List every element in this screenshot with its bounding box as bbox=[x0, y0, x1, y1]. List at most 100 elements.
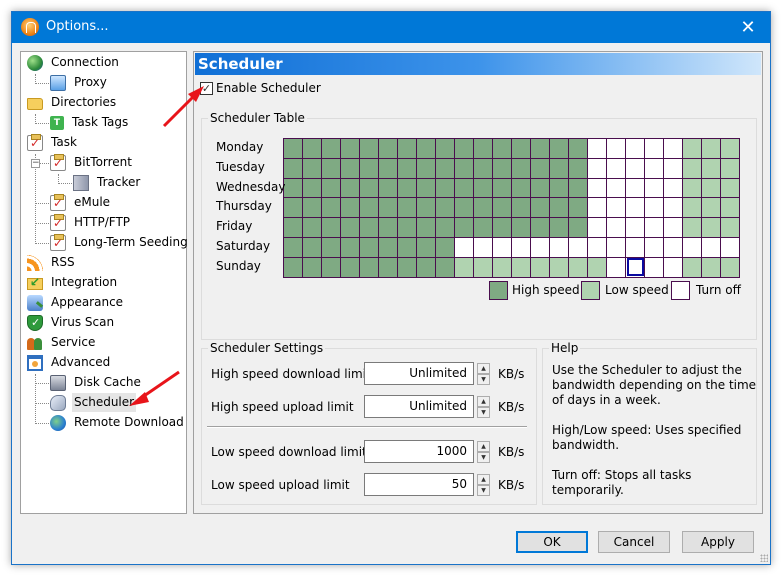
schedule-cell[interactable] bbox=[397, 138, 417, 159]
schedule-cell[interactable] bbox=[302, 157, 322, 179]
schedule-cell[interactable] bbox=[625, 256, 645, 278]
schedule-cell[interactable] bbox=[511, 217, 531, 238]
schedule-cell[interactable] bbox=[625, 197, 645, 219]
sidebar-item-scheduler[interactable]: Scheduler bbox=[50, 393, 137, 412]
schedule-cell[interactable] bbox=[530, 157, 550, 179]
enable-scheduler-checkbox[interactable]: ✓ bbox=[200, 82, 213, 95]
schedule-cell[interactable] bbox=[340, 157, 360, 179]
schedule-cell[interactable] bbox=[340, 197, 360, 219]
schedule-cell[interactable] bbox=[682, 157, 702, 179]
schedule-cell[interactable] bbox=[283, 138, 303, 159]
schedule-cell[interactable] bbox=[701, 256, 721, 278]
schedule-cell[interactable] bbox=[416, 177, 436, 199]
schedule-cell[interactable] bbox=[454, 217, 474, 238]
schedule-cell[interactable] bbox=[606, 138, 626, 159]
schedule-cell[interactable] bbox=[492, 177, 512, 199]
schedule-cell[interactable] bbox=[435, 256, 455, 278]
schedule-cell[interactable] bbox=[587, 236, 607, 258]
spin-up-icon[interactable]: ▲ bbox=[477, 363, 490, 374]
schedule-cell[interactable] bbox=[378, 177, 398, 199]
sidebar-item-appearance[interactable]: Appearance bbox=[27, 293, 125, 312]
schedule-cell[interactable] bbox=[663, 236, 683, 258]
schedule-cell[interactable] bbox=[587, 138, 607, 159]
schedule-cell[interactable] bbox=[321, 138, 341, 159]
schedule-cell[interactable] bbox=[701, 236, 721, 258]
schedule-cell[interactable] bbox=[359, 256, 379, 278]
schedule-cell[interactable] bbox=[435, 236, 455, 258]
close-button[interactable]: ✕ bbox=[726, 12, 770, 43]
schedule-cell[interactable] bbox=[435, 217, 455, 238]
schedule-cell[interactable] bbox=[606, 177, 626, 199]
schedule-cell[interactable] bbox=[378, 138, 398, 159]
spin-down-icon[interactable]: ▼ bbox=[477, 374, 490, 385]
schedule-cell[interactable] bbox=[606, 217, 626, 238]
sidebar-item-remote-download[interactable]: Remote Download bbox=[50, 413, 186, 432]
schedule-cell[interactable] bbox=[720, 197, 740, 219]
schedule-cell[interactable] bbox=[492, 217, 512, 238]
schedule-cell[interactable] bbox=[283, 177, 303, 199]
schedule-cell[interactable] bbox=[435, 138, 455, 159]
schedule-cell[interactable] bbox=[416, 138, 436, 159]
schedule-cell[interactable] bbox=[682, 177, 702, 199]
schedule-cell[interactable] bbox=[359, 217, 379, 238]
schedule-cell[interactable] bbox=[568, 236, 588, 258]
sidebar-item-emule[interactable]: eMule bbox=[50, 193, 112, 212]
low-download-input[interactable]: 1000 bbox=[364, 440, 474, 463]
schedule-cell[interactable] bbox=[644, 197, 664, 219]
schedule-cell[interactable] bbox=[416, 236, 436, 258]
schedule-cell[interactable] bbox=[283, 217, 303, 238]
schedule-cell[interactable] bbox=[644, 217, 664, 238]
sidebar-item-advanced[interactable]: Advanced bbox=[27, 353, 112, 372]
schedule-cell[interactable] bbox=[302, 138, 322, 159]
sidebar-item-task[interactable]: Task bbox=[27, 133, 79, 152]
schedule-cell[interactable] bbox=[530, 217, 550, 238]
schedule-cell[interactable] bbox=[720, 157, 740, 179]
schedule-cell[interactable] bbox=[701, 177, 721, 199]
sidebar-item-directories[interactable]: Directories bbox=[27, 93, 118, 112]
schedule-cell[interactable] bbox=[454, 138, 474, 159]
schedule-cell[interactable] bbox=[682, 256, 702, 278]
schedule-cell[interactable] bbox=[435, 157, 455, 179]
schedule-cell[interactable] bbox=[549, 236, 569, 258]
schedule-cell[interactable] bbox=[530, 236, 550, 258]
sidebar-item-http-ftp[interactable]: HTTP/FTP bbox=[50, 213, 132, 232]
schedule-cell[interactable] bbox=[682, 197, 702, 219]
schedule-cell[interactable] bbox=[321, 217, 341, 238]
high-download-spinner[interactable]: ▲ ▼ bbox=[477, 363, 490, 385]
schedule-cell[interactable] bbox=[606, 256, 626, 278]
schedule-cell[interactable] bbox=[663, 177, 683, 199]
sidebar-item-task-tags[interactable]: T Task Tags bbox=[50, 113, 130, 132]
spin-up-icon[interactable]: ▲ bbox=[477, 474, 490, 485]
schedule-cell[interactable] bbox=[549, 217, 569, 238]
schedule-cell[interactable] bbox=[283, 256, 303, 278]
schedule-cell[interactable] bbox=[568, 256, 588, 278]
schedule-cell[interactable] bbox=[416, 197, 436, 219]
schedule-cell[interactable] bbox=[663, 256, 683, 278]
schedule-cell[interactable] bbox=[720, 236, 740, 258]
schedule-cell[interactable] bbox=[663, 217, 683, 238]
spin-down-icon[interactable]: ▼ bbox=[477, 485, 490, 496]
schedule-cell[interactable] bbox=[397, 157, 417, 179]
schedule-cell[interactable] bbox=[302, 217, 322, 238]
low-upload-input[interactable]: 50 bbox=[364, 473, 474, 496]
collapse-toggle[interactable]: − bbox=[31, 159, 40, 168]
schedule-cell[interactable] bbox=[283, 236, 303, 258]
sidebar-item-service[interactable]: Service bbox=[27, 333, 97, 352]
sidebar-item-bittorrent[interactable]: BitTorrent bbox=[50, 153, 134, 172]
sidebar-item-virus-scan[interactable]: Virus Scan bbox=[27, 313, 116, 332]
schedule-cell[interactable] bbox=[568, 177, 588, 199]
schedule-cell[interactable] bbox=[568, 138, 588, 159]
schedule-cell[interactable] bbox=[492, 236, 512, 258]
schedule-cell[interactable] bbox=[359, 157, 379, 179]
schedule-cell[interactable] bbox=[473, 197, 493, 219]
schedule-cell[interactable] bbox=[321, 197, 341, 219]
schedule-cell[interactable] bbox=[473, 217, 493, 238]
schedule-cell[interactable] bbox=[397, 256, 417, 278]
schedule-cell[interactable] bbox=[701, 138, 721, 159]
schedule-cell[interactable] bbox=[283, 157, 303, 179]
schedule-cell[interactable] bbox=[454, 157, 474, 179]
schedule-cell[interactable] bbox=[473, 138, 493, 159]
schedule-cell[interactable] bbox=[587, 177, 607, 199]
schedule-cell[interactable] bbox=[644, 177, 664, 199]
schedule-cell[interactable] bbox=[663, 157, 683, 179]
